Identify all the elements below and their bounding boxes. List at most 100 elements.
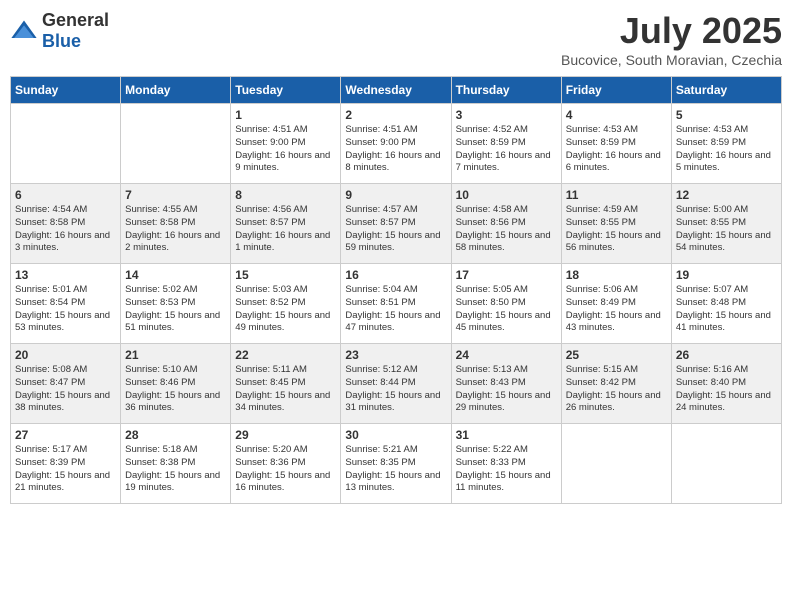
day-number: 3 (456, 108, 557, 122)
calendar-week-1: 6 Sunrise: 4:54 AM Sunset: 8:58 PM Daylig… (11, 184, 782, 264)
day-number: 15 (235, 268, 336, 282)
location-subtitle: Bucovice, South Moravian, Czechia (561, 52, 782, 68)
table-row: 20 Sunrise: 5:08 AM Sunset: 8:47 PM Dayli… (11, 344, 121, 424)
day-info: Sunrise: 5:21 AM Sunset: 8:35 PM Dayligh… (345, 444, 446, 495)
day-number: 1 (235, 108, 336, 122)
day-number: 27 (15, 428, 116, 442)
day-number: 10 (456, 188, 557, 202)
day-number: 21 (125, 348, 226, 362)
header-row: Sunday Monday Tuesday Wednesday Thursday… (11, 77, 782, 104)
day-info: Sunrise: 5:04 AM Sunset: 8:51 PM Dayligh… (345, 284, 446, 335)
table-row: 4 Sunrise: 4:53 AM Sunset: 8:59 PM Daylig… (561, 104, 671, 184)
day-number: 24 (456, 348, 557, 362)
day-number: 6 (15, 188, 116, 202)
table-row: 16 Sunrise: 5:04 AM Sunset: 8:51 PM Dayli… (341, 264, 451, 344)
day-info: Sunrise: 5:13 AM Sunset: 8:43 PM Dayligh… (456, 364, 557, 415)
day-info: Sunrise: 5:20 AM Sunset: 8:36 PM Dayligh… (235, 444, 336, 495)
day-number: 12 (676, 188, 777, 202)
day-info: Sunrise: 4:53 AM Sunset: 8:59 PM Dayligh… (566, 124, 667, 175)
day-number: 11 (566, 188, 667, 202)
table-row: 3 Sunrise: 4:52 AM Sunset: 8:59 PM Daylig… (451, 104, 561, 184)
table-row: 22 Sunrise: 5:11 AM Sunset: 8:45 PM Dayli… (231, 344, 341, 424)
day-number: 7 (125, 188, 226, 202)
day-number: 23 (345, 348, 446, 362)
day-number: 26 (676, 348, 777, 362)
day-info: Sunrise: 4:53 AM Sunset: 8:59 PM Dayligh… (676, 124, 777, 175)
day-info: Sunrise: 4:54 AM Sunset: 8:58 PM Dayligh… (15, 204, 116, 255)
day-number: 22 (235, 348, 336, 362)
logo-blue: Blue (42, 31, 81, 51)
table-row: 1 Sunrise: 4:51 AM Sunset: 9:00 PM Daylig… (231, 104, 341, 184)
logo-general: General (42, 10, 109, 30)
day-info: Sunrise: 5:05 AM Sunset: 8:50 PM Dayligh… (456, 284, 557, 335)
table-row: 26Sunrise: 5:16 AM Sunset: 8:40 PM Dayli… (671, 344, 781, 424)
day-info: Sunrise: 5:18 AM Sunset: 8:38 PM Dayligh… (125, 444, 226, 495)
table-row: 18 Sunrise: 5:06 AM Sunset: 8:49 PM Dayli… (561, 264, 671, 344)
day-info: Sunrise: 5:15 AM Sunset: 8:42 PM Dayligh… (566, 364, 667, 415)
day-number: 13 (15, 268, 116, 282)
day-info: Sunrise: 5:06 AM Sunset: 8:49 PM Dayligh… (566, 284, 667, 335)
table-row: 13Sunrise: 5:01 AM Sunset: 8:54 PM Dayli… (11, 264, 121, 344)
day-number: 19 (676, 268, 777, 282)
col-thursday: Thursday (451, 77, 561, 104)
col-monday: Monday (121, 77, 231, 104)
table-row: 25 Sunrise: 5:15 AM Sunset: 8:42 PM Dayli… (561, 344, 671, 424)
month-title: July 2025 (561, 10, 782, 52)
page-header: General Blue July 2025 Bucovice, South M… (10, 10, 782, 68)
table-row: 21 Sunrise: 5:10 AM Sunset: 8:46 PM Dayli… (121, 344, 231, 424)
day-info: Sunrise: 5:08 AM Sunset: 8:47 PM Dayligh… (15, 364, 116, 415)
day-number: 18 (566, 268, 667, 282)
day-info: Sunrise: 5:00 AM Sunset: 8:55 PM Dayligh… (676, 204, 777, 255)
day-number: 16 (345, 268, 446, 282)
col-saturday: Saturday (671, 77, 781, 104)
table-row: 12 Sunrise: 5:00 AM Sunset: 8:55 PM Dayli… (671, 184, 781, 264)
table-row (561, 424, 671, 504)
day-number: 17 (456, 268, 557, 282)
day-info: Sunrise: 4:57 AM Sunset: 8:57 PM Dayligh… (345, 204, 446, 255)
day-number: 14 (125, 268, 226, 282)
col-tuesday: Tuesday (231, 77, 341, 104)
calendar-week-0: 1 Sunrise: 4:51 AM Sunset: 9:00 PM Daylig… (11, 104, 782, 184)
day-info: Sunrise: 4:52 AM Sunset: 8:59 PM Dayligh… (456, 124, 557, 175)
table-row (11, 104, 121, 184)
day-number: 4 (566, 108, 667, 122)
day-number: 2 (345, 108, 446, 122)
table-row (671, 424, 781, 504)
table-row: 7 Sunrise: 4:55 AM Sunset: 8:58 PM Daylig… (121, 184, 231, 264)
day-info: Sunrise: 5:10 AM Sunset: 8:46 PM Dayligh… (125, 364, 226, 415)
day-info: Sunrise: 5:07 AM Sunset: 8:48 PM Dayligh… (676, 284, 777, 335)
table-row: 27Sunrise: 5:17 AM Sunset: 8:39 PM Dayli… (11, 424, 121, 504)
table-row: 19 Sunrise: 5:07 AM Sunset: 8:48 PM Dayli… (671, 264, 781, 344)
table-row: 15 Sunrise: 5:03 AM Sunset: 8:52 PM Dayli… (231, 264, 341, 344)
calendar-table: Sunday Monday Tuesday Wednesday Thursday… (10, 76, 782, 504)
day-number: 25 (566, 348, 667, 362)
table-row: 17 Sunrise: 5:05 AM Sunset: 8:50 PM Dayli… (451, 264, 561, 344)
col-friday: Friday (561, 77, 671, 104)
day-number: 31 (456, 428, 557, 442)
table-row: 10 Sunrise: 4:58 AM Sunset: 8:56 PM Dayli… (451, 184, 561, 264)
table-row: 23 Sunrise: 5:12 AM Sunset: 8:44 PM Dayli… (341, 344, 451, 424)
table-row: 24 Sunrise: 5:13 AM Sunset: 8:43 PM Dayli… (451, 344, 561, 424)
day-info: Sunrise: 5:22 AM Sunset: 8:33 PM Dayligh… (456, 444, 557, 495)
day-number: 20 (15, 348, 116, 362)
logo: General Blue (10, 10, 109, 52)
day-number: 5 (676, 108, 777, 122)
day-info: Sunrise: 4:58 AM Sunset: 8:56 PM Dayligh… (456, 204, 557, 255)
day-info: Sunrise: 5:11 AM Sunset: 8:45 PM Dayligh… (235, 364, 336, 415)
table-row: 8 Sunrise: 4:56 AM Sunset: 8:57 PM Daylig… (231, 184, 341, 264)
logo-icon (10, 17, 38, 45)
table-row: 6 Sunrise: 4:54 AM Sunset: 8:58 PM Daylig… (11, 184, 121, 264)
day-info: Sunrise: 4:56 AM Sunset: 8:57 PM Dayligh… (235, 204, 336, 255)
table-row: 28Sunrise: 5:18 AM Sunset: 8:38 PM Dayli… (121, 424, 231, 504)
table-row: 9Sunrise: 4:57 AM Sunset: 8:57 PM Daylig… (341, 184, 451, 264)
day-info: Sunrise: 5:03 AM Sunset: 8:52 PM Dayligh… (235, 284, 336, 335)
day-number: 30 (345, 428, 446, 442)
table-row: 29 Sunrise: 5:20 AM Sunset: 8:36 PM Dayli… (231, 424, 341, 504)
day-info: Sunrise: 4:59 AM Sunset: 8:55 PM Dayligh… (566, 204, 667, 255)
day-info: Sunrise: 5:12 AM Sunset: 8:44 PM Dayligh… (345, 364, 446, 415)
day-number: 8 (235, 188, 336, 202)
day-number: 29 (235, 428, 336, 442)
day-info: Sunrise: 4:55 AM Sunset: 8:58 PM Dayligh… (125, 204, 226, 255)
day-info: Sunrise: 4:51 AM Sunset: 9:00 PM Dayligh… (235, 124, 336, 175)
col-wednesday: Wednesday (341, 77, 451, 104)
